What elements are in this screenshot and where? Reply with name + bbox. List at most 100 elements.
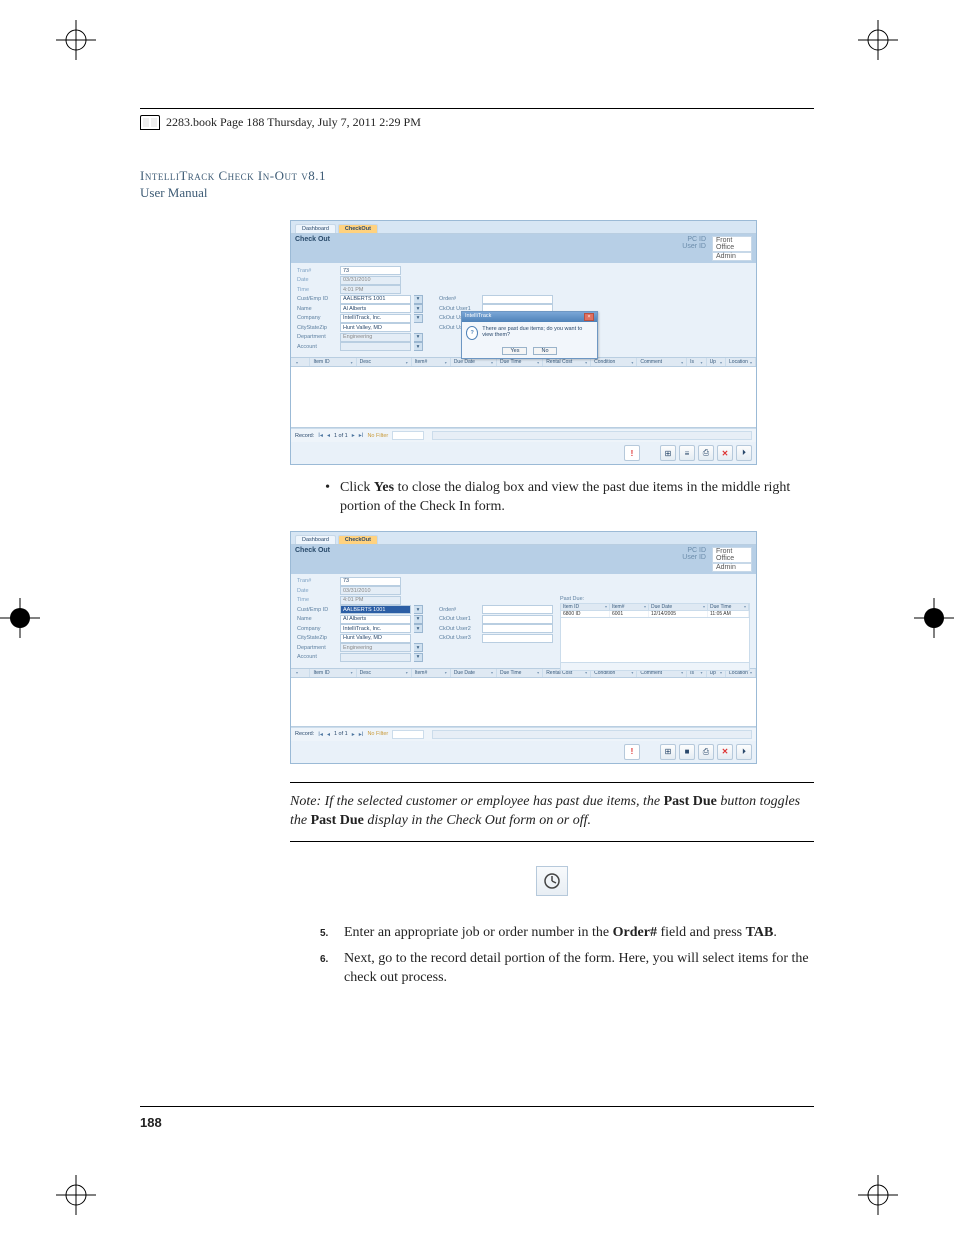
dialog-yes-button[interactable]: Yes: [502, 347, 527, 355]
close-icon[interactable]: ×: [584, 313, 594, 321]
print-icon[interactable]: ⎙: [698, 445, 714, 461]
numbered-steps: 5. Enter an appropriate job or order num…: [320, 924, 814, 989]
trans-input[interactable]: 73: [340, 577, 401, 586]
print-icon[interactable]: ⎙: [698, 744, 714, 760]
alert-icon[interactable]: !: [624, 445, 640, 461]
company-input[interactable]: IntelliTrack, Inc.: [340, 624, 411, 633]
col-duedate[interactable]: Due Date: [451, 358, 497, 366]
horizontal-scrollbar[interactable]: [432, 730, 752, 739]
trans-input[interactable]: 73: [340, 266, 401, 275]
nav-last-icon[interactable]: ▸I: [359, 432, 364, 439]
col-duedate[interactable]: Due Date: [451, 669, 497, 677]
nav-prev-icon[interactable]: ◂: [327, 731, 330, 738]
tool-button-1[interactable]: ⊞: [660, 744, 676, 760]
delete-icon[interactable]: ✕: [717, 445, 733, 461]
tab-dashboard[interactable]: Dashboard: [295, 535, 336, 544]
pd-col-duetime[interactable]: Due Time: [708, 604, 749, 610]
nav-next-icon[interactable]: ▸: [352, 731, 355, 738]
nav-prev-icon[interactable]: ◂: [327, 432, 330, 439]
city-input[interactable]: Hunt Valley, MD: [340, 634, 411, 643]
col-itemno[interactable]: Item#: [412, 669, 451, 677]
chevron-down-icon[interactable]: ▾: [414, 615, 423, 624]
chevron-down-icon[interactable]: ▾: [414, 605, 423, 614]
name-input[interactable]: Al Alberts: [340, 304, 411, 313]
book-icon: [140, 115, 160, 130]
chevron-down-icon[interactable]: ▾: [414, 304, 423, 313]
col-itemid[interactable]: Item ID: [310, 669, 356, 677]
order-input[interactable]: [482, 605, 553, 614]
horizontal-scrollbar[interactable]: [560, 663, 750, 671]
cust-input[interactable]: AALBERTS 1001: [340, 605, 411, 614]
nav-last-icon[interactable]: ▸I: [359, 731, 364, 738]
col-itemno[interactable]: Item#: [412, 358, 451, 366]
pcid-value[interactable]: Front Office: [712, 236, 752, 252]
past-due-row[interactable]: 6800 ID 6001 12/14/2005 11:05 AM: [560, 611, 750, 618]
dept-label: Department: [297, 645, 337, 651]
exit-icon[interactable]: ⏵: [736, 744, 752, 760]
record-pos: 1 of 1: [334, 433, 348, 439]
pd-col-itemno[interactable]: Item#: [610, 604, 649, 610]
tool-button-2[interactable]: ≡: [679, 445, 695, 461]
footer-toolbar: ! ⊞ ≡ ⎙ ✕ ⏵: [291, 442, 756, 464]
tool-button-2[interactable]: ■: [679, 744, 695, 760]
delete-icon[interactable]: ✕: [717, 744, 733, 760]
no-filter-label[interactable]: No Filter: [367, 433, 388, 439]
col-desc[interactable]: Desc: [357, 358, 412, 366]
col-is[interactable]: Is: [687, 358, 706, 366]
company-input[interactable]: IntelliTrack, Inc.: [340, 314, 411, 323]
nav-first-icon[interactable]: I◂: [318, 731, 323, 738]
nav-first-icon[interactable]: I◂: [318, 432, 323, 439]
pd-col-duedate[interactable]: Due Date: [649, 604, 708, 610]
alert-icon[interactable]: !: [624, 744, 640, 760]
chevron-down-icon[interactable]: ▾: [414, 643, 423, 652]
tab-dashboard[interactable]: Dashboard: [295, 224, 336, 233]
userid-value[interactable]: Admin: [712, 563, 752, 572]
name-input[interactable]: Al Alberts: [340, 615, 411, 624]
dialog-no-button[interactable]: No: [533, 347, 556, 355]
tab-checkout[interactable]: CheckOut: [338, 535, 378, 544]
pcid-value[interactable]: Front Office: [712, 547, 752, 563]
exit-icon[interactable]: ⏵: [736, 445, 752, 461]
col-up[interactable]: Up: [707, 358, 726, 366]
user3-input[interactable]: [482, 634, 553, 643]
user2-input[interactable]: [482, 624, 553, 633]
grid-body[interactable]: [291, 678, 756, 727]
col-location[interactable]: Location: [726, 358, 756, 366]
search-input[interactable]: [392, 431, 424, 440]
chevron-down-icon[interactable]: ▾: [414, 342, 423, 351]
userid-value[interactable]: Admin: [712, 252, 752, 261]
company-label: Company: [297, 315, 337, 321]
user1-input[interactable]: [482, 615, 553, 624]
col-duetime[interactable]: Due Time: [497, 358, 543, 366]
user2-label: CkOut User2: [439, 626, 479, 632]
chevron-down-icon[interactable]: ▾: [414, 333, 423, 342]
no-filter-label[interactable]: No Filter: [367, 731, 388, 737]
col-condition[interactable]: Condition: [591, 358, 637, 366]
col-duetime[interactable]: Due Time: [497, 669, 543, 677]
chevron-down-icon[interactable]: ▾: [414, 653, 423, 662]
col-comment[interactable]: Comment: [637, 358, 687, 366]
col-desc[interactable]: Desc: [357, 669, 412, 677]
record-pos: 1 of 1: [334, 731, 348, 737]
nav-next-icon[interactable]: ▸: [352, 432, 355, 439]
page-number: 188: [140, 1115, 162, 1130]
tool-button-1[interactable]: ⊞: [660, 445, 676, 461]
acct-input: [340, 342, 411, 351]
city-input[interactable]: Hunt Valley, MD: [340, 323, 411, 332]
page-footer-rule: [140, 1106, 814, 1107]
chevron-down-icon[interactable]: ▾: [414, 295, 423, 304]
search-input[interactable]: [392, 730, 424, 739]
past-due-button-icon: [536, 866, 568, 896]
order-input[interactable]: [482, 295, 553, 304]
tab-checkout[interactable]: CheckOut: [338, 224, 378, 233]
chevron-down-icon[interactable]: ▾: [414, 624, 423, 633]
dialog-message: There are past due items; do you want to…: [482, 326, 593, 338]
footer-toolbar: ! ⊞ ■ ⎙ ✕ ⏵: [291, 741, 756, 763]
horizontal-scrollbar[interactable]: [432, 431, 752, 440]
chevron-down-icon[interactable]: ▾: [414, 314, 423, 323]
col-itemid[interactable]: Item ID: [310, 358, 356, 366]
col-rentalcost[interactable]: Rental Cost: [543, 358, 591, 366]
cust-input[interactable]: AALBERTS 1001: [340, 295, 411, 304]
pd-col-itemid[interactable]: Item ID: [561, 604, 610, 610]
grid-body[interactable]: [291, 367, 756, 428]
